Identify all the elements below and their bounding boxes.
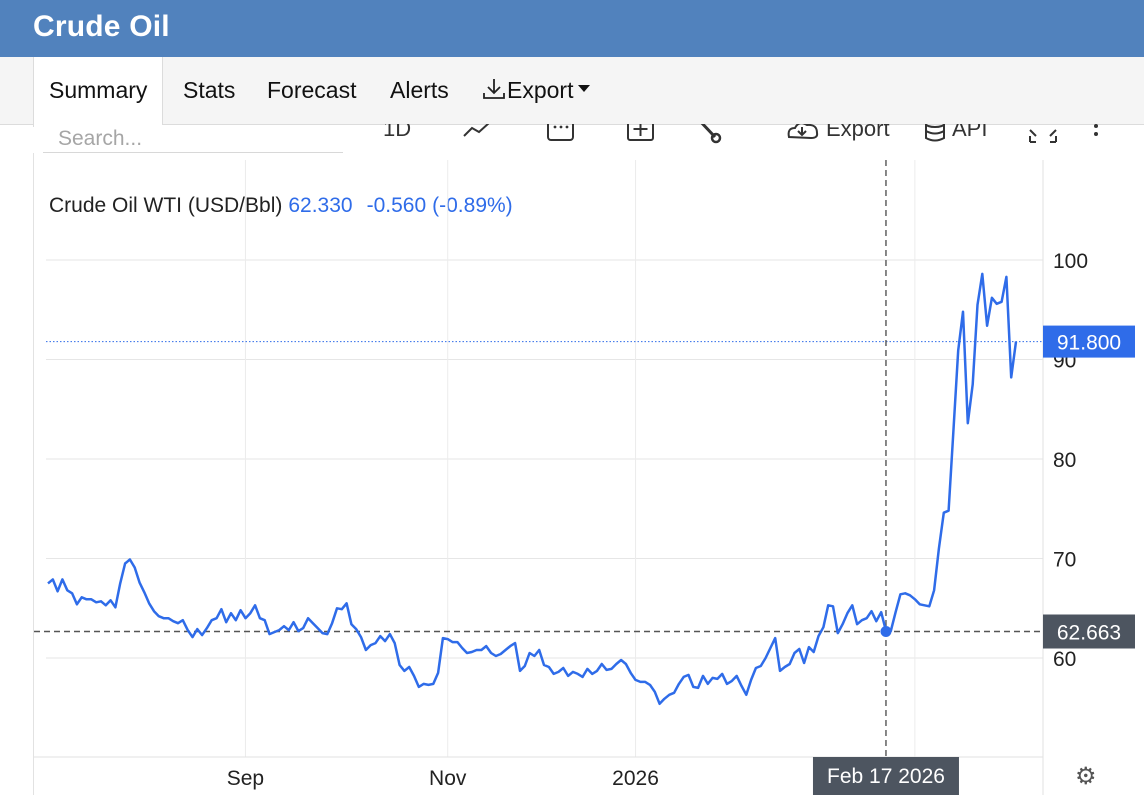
x-tick-label: Nov xyxy=(429,767,467,790)
crosshair-marker xyxy=(880,626,892,638)
x-tick-label: 2026 xyxy=(612,767,659,790)
y-tick-label: 80 xyxy=(1053,449,1076,472)
price-chart[interactable]: 60708090100Sep Nov 202691.80062.663Feb 17 … xyxy=(0,0,1144,795)
y-tick-label: 70 xyxy=(1053,549,1076,572)
x-tick-label: Sep xyxy=(227,767,264,790)
last-price-label: 91.800 xyxy=(1057,332,1121,355)
gear-icon[interactable]: ⚙ xyxy=(1075,762,1097,791)
price-series-line xyxy=(47,272,1018,706)
y-tick-label: 60 xyxy=(1053,648,1076,671)
y-tick-label: 100 xyxy=(1053,250,1088,273)
crosshair-date-label: Feb 17 2026 xyxy=(827,765,945,788)
crosshair-value-label: 62.663 xyxy=(1057,622,1121,645)
